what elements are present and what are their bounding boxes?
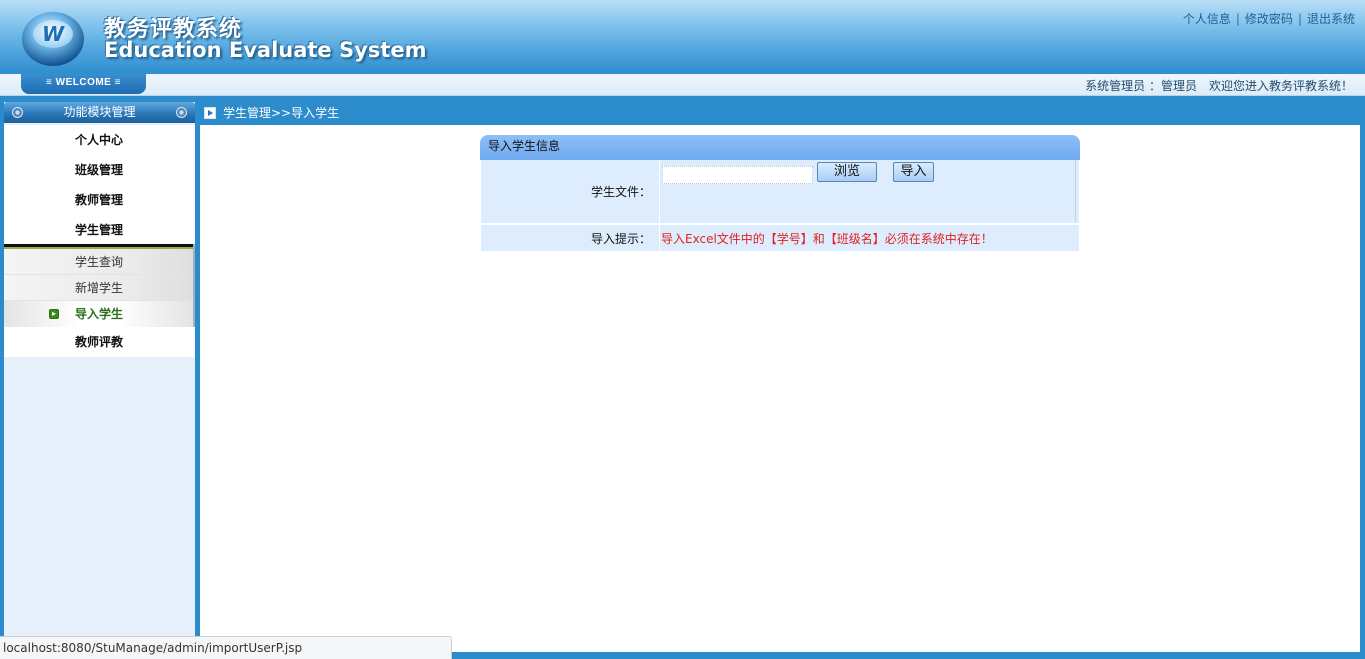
sidebar-title: 功能模块管理: [63, 105, 136, 119]
hint-row: 导入提示： 导入Excel文件中的【学号】和【班级名】必须在系统中存在！: [481, 225, 1079, 251]
sidebar-item-class-management[interactable]: 班级管理: [4, 155, 195, 185]
sidebar-header: 功能模块管理: [4, 102, 195, 123]
browse-button[interactable]: 浏览: [817, 162, 877, 182]
top-links: 个人信息 | 修改密码 | 退出系统: [1183, 10, 1355, 27]
welcome-tab: ≡ WELCOME ≡: [21, 74, 146, 94]
hint-text: 导入Excel文件中的【学号】和【班级名】必须在系统中存在！: [661, 232, 993, 246]
user-info: 系统管理员 ：管理员 欢迎您进入教务评教系统！: [1085, 77, 1353, 94]
row-divider: [659, 225, 660, 251]
sidebar-item-teacher-evaluation[interactable]: 教师评教: [4, 327, 195, 357]
import-panel: 导入学生信息 学生文件： 浏览 导入 导入提示： 导入Excel文件中的【学号】…: [480, 135, 1080, 251]
breadcrumb-text: 学生管理>>导入学生: [223, 106, 340, 120]
import-button[interactable]: 导入: [893, 162, 934, 182]
sidebar-knob-icon: [12, 107, 23, 118]
link-change-password[interactable]: 修改密码: [1245, 12, 1293, 26]
welcome-greeting: 欢迎您进入教务评教系统！: [1208, 79, 1353, 93]
active-arrow-icon: ▸: [49, 309, 59, 319]
sidebar: 功能模块管理 个人中心 班级管理 教师管理 学生管理 学生查询 新增学生 ▸ 导…: [4, 102, 195, 652]
panel-title: 导入学生信息: [480, 135, 1080, 160]
link-logout[interactable]: 退出系统: [1307, 12, 1355, 26]
app-header: W 教务评教系统 Education Evaluate System 个人信息 |…: [0, 0, 1365, 74]
welcome-bar: ≡ WELCOME ≡ 系统管理员 ：管理员 欢迎您进入教务评教系统！: [0, 74, 1365, 96]
sidebar-knob-icon: [176, 107, 187, 118]
link-separator: |: [1297, 12, 1302, 26]
content-area: 导入学生信息 学生文件： 浏览 导入 导入提示： 导入Excel文件中的【学号】…: [200, 125, 1360, 652]
link-separator: |: [1235, 12, 1240, 26]
file-path-input[interactable]: [662, 166, 813, 184]
sidebar-item-personal-center[interactable]: 个人中心: [4, 125, 195, 155]
link-profile[interactable]: 个人信息: [1183, 12, 1231, 26]
file-row: 学生文件： 浏览 导入: [481, 160, 1079, 223]
app-title-en: Education Evaluate System: [104, 38, 427, 62]
student-submenu: 学生查询 新增学生 ▸ 导入学生: [4, 244, 193, 327]
breadcrumb: 学生管理>>导入学生: [204, 104, 339, 122]
submenu-divider: [193, 244, 195, 327]
sidebar-item-teacher-management[interactable]: 教师管理: [4, 185, 195, 215]
submenu-item-add-student[interactable]: 新增学生: [4, 275, 193, 301]
sidebar-item-student-management[interactable]: 学生管理: [4, 215, 195, 245]
breadcrumb-arrow-icon: [204, 107, 216, 119]
submenu-item-student-query[interactable]: 学生查询: [4, 249, 193, 275]
row-right-border: [1075, 160, 1076, 223]
submenu-item-label: 导入学生: [75, 307, 124, 321]
logo-letter: W: [42, 22, 65, 46]
row-divider: [659, 160, 660, 223]
hint-label: 导入提示：: [590, 232, 651, 246]
logo-icon: W: [22, 12, 84, 66]
submenu-item-import-student[interactable]: ▸ 导入学生: [4, 301, 193, 327]
user-role: 系统管理员 ：管理员: [1085, 79, 1197, 93]
file-label: 学生文件：: [590, 185, 651, 199]
browser-status-bar: localhost:8080/StuManage/admin/importUse…: [0, 636, 452, 659]
